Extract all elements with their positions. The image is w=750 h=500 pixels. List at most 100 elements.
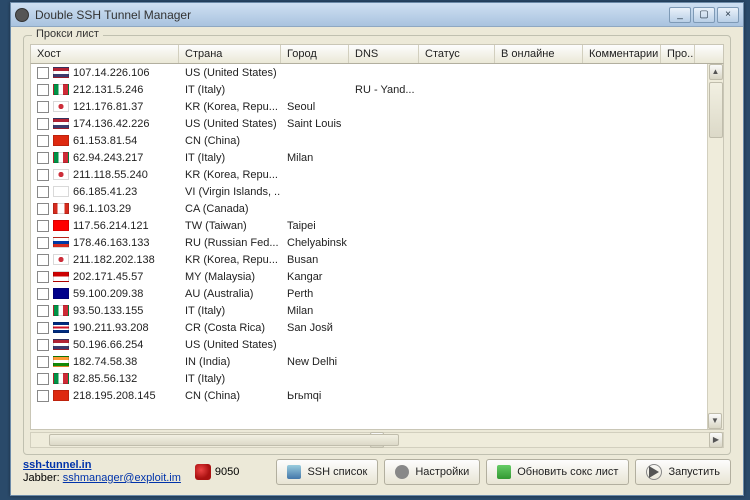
header-comment[interactable]: Комментарии — [583, 45, 661, 63]
country-cell: CN (China) — [179, 390, 281, 402]
row-checkbox[interactable] — [37, 288, 49, 300]
country-cell: CA (Canada) — [179, 203, 281, 215]
ip-address: 66.185.41.23 — [73, 186, 137, 198]
table-row[interactable]: 107.14.226.106US (United States) — [31, 64, 707, 81]
row-checkbox[interactable] — [37, 322, 49, 334]
table-row[interactable]: 211.118.55.240KR (Korea, Repu... — [31, 166, 707, 183]
header-country[interactable]: Страна — [179, 45, 281, 63]
header-host[interactable]: Хост — [31, 45, 179, 63]
flag-icon — [53, 373, 69, 384]
scroll-thumb[interactable] — [709, 82, 723, 138]
row-checkbox[interactable] — [37, 373, 49, 385]
scroll-right-icon[interactable]: ▶ — [709, 432, 723, 448]
run-label: Запустить — [668, 466, 720, 478]
row-checkbox[interactable] — [37, 254, 49, 266]
maximize-button[interactable]: ▢ — [693, 7, 715, 23]
row-checkbox[interactable] — [37, 118, 49, 130]
ip-address: 218.195.208.145 — [73, 390, 156, 402]
table-row[interactable]: 96.1.103.29 CA (Canada) — [31, 200, 707, 217]
city-cell: San Josй — [281, 322, 349, 334]
header-dns[interactable]: DNS — [349, 45, 419, 63]
settings-button[interactable]: Настройки — [384, 459, 480, 485]
close-button[interactable]: × — [717, 7, 739, 23]
scroll-down-icon[interactable]: ▼ — [708, 413, 722, 429]
dns-cell: RU - Yand... — [349, 84, 419, 96]
proxy-list-group: Прокси лист Хост Страна Город DNS Статус… — [23, 35, 731, 455]
row-checkbox[interactable] — [37, 186, 49, 198]
table-row[interactable]: 59.100.209.38AU (Australia)Perth — [31, 285, 707, 302]
city-cell: Busan — [281, 254, 349, 266]
table-row[interactable]: 174.136.42.226 US (United States)Saint Lo… — [31, 115, 707, 132]
row-checkbox[interactable] — [37, 67, 49, 79]
city-cell: New Delhi — [281, 356, 349, 368]
country-cell: US (United States) — [179, 118, 281, 130]
row-checkbox[interactable] — [37, 356, 49, 368]
country-cell: IT (Italy) — [179, 84, 281, 96]
table-row[interactable]: 211.182.202.138KR (Korea, Repu...Busan — [31, 251, 707, 268]
country-cell: AU (Australia) — [179, 288, 281, 300]
titlebar[interactable]: Double SSH Tunnel Manager _ ▢ × — [11, 3, 743, 27]
ssh-list-button[interactable]: SSH список — [276, 459, 378, 485]
flag-icon — [53, 118, 69, 129]
flag-icon — [53, 135, 69, 146]
refresh-socks-button[interactable]: Обновить сокс лист — [486, 459, 629, 485]
ip-address: 93.50.133.155 — [73, 305, 143, 317]
ip-address: 96.1.103.29 — [73, 203, 131, 215]
city-cell: Kangar — [281, 271, 349, 283]
country-cell: MY (Malaysia) — [179, 271, 281, 283]
table-row[interactable]: 190.211.93.208CR (Costa Rica)San Josй — [31, 319, 707, 336]
header-online[interactable]: В онлайне — [495, 45, 583, 63]
table-row[interactable]: 121.176.81.37KR (Korea, Repu...Seoul — [31, 98, 707, 115]
minimize-button[interactable]: _ — [669, 7, 691, 23]
country-cell: KR (Korea, Repu... — [179, 254, 281, 266]
row-checkbox[interactable] — [37, 135, 49, 147]
row-checkbox[interactable] — [37, 237, 49, 249]
row-checkbox[interactable] — [37, 271, 49, 283]
table-row[interactable]: 66.185.41.23VI (Virgin Islands, ... — [31, 183, 707, 200]
footer-links: ssh-tunnel.in Jabber: sshmanager@exploit… — [23, 459, 181, 485]
scroll-up-icon[interactable]: ▲ — [709, 64, 723, 80]
site-link[interactable]: ssh-tunnel.in — [23, 459, 181, 472]
row-checkbox[interactable] — [37, 169, 49, 181]
run-button[interactable]: Запустить — [635, 459, 731, 485]
refresh-icon — [497, 465, 511, 479]
settings-label: Настройки — [415, 466, 469, 478]
row-checkbox[interactable] — [37, 152, 49, 164]
row-checkbox[interactable] — [37, 339, 49, 351]
vertical-scrollbar[interactable]: ▲ ▼ — [707, 64, 723, 429]
row-checkbox[interactable] — [37, 84, 49, 96]
ip-address: 50.196.66.254 — [73, 339, 143, 351]
row-checkbox[interactable] — [37, 305, 49, 317]
table-row[interactable]: 82.85.56.132IT (Italy) — [31, 370, 707, 387]
horizontal-scrollbar[interactable]: ◀ ▶ — [30, 432, 724, 448]
city-cell: Saint Louis — [281, 118, 349, 130]
table-row[interactable]: 50.196.66.254US (United States) — [31, 336, 707, 353]
table-row[interactable]: 182.74.58.38IN (India)New Delhi — [31, 353, 707, 370]
city-cell: Taipei — [281, 220, 349, 232]
table-row[interactable]: 62.94.243.217IT (Italy)Milan — [31, 149, 707, 166]
refresh-label: Обновить сокс лист — [517, 466, 618, 478]
ip-address: 174.136.42.226 — [73, 118, 149, 130]
ip-address: 202.171.45.57 — [73, 271, 143, 283]
table-row[interactable]: 93.50.133.155IT (Italy)Milan — [31, 302, 707, 319]
flag-icon — [53, 254, 69, 265]
table-row[interactable]: 218.195.208.145CN (China)Ьrьmqi — [31, 387, 707, 404]
flag-icon — [53, 101, 69, 112]
header-city[interactable]: Город — [281, 45, 349, 63]
table-row[interactable]: 212.131.5.246IT (Italy)RU - Yand... — [31, 81, 707, 98]
flag-icon — [53, 305, 69, 316]
row-checkbox[interactable] — [37, 203, 49, 215]
table-row[interactable]: 61.153.81.54CN (China) — [31, 132, 707, 149]
table-row[interactable]: 202.171.45.57 MY (Malaysia)Kangar — [31, 268, 707, 285]
port-number: 9050 — [215, 466, 239, 478]
row-checkbox[interactable] — [37, 101, 49, 113]
jabber-link[interactable]: sshmanager@exploit.im — [63, 472, 181, 484]
flag-icon — [53, 339, 69, 350]
row-checkbox[interactable] — [37, 220, 49, 232]
header-pro[interactable]: Про... — [661, 45, 695, 63]
table-row[interactable]: 117.56.214.121TW (Taiwan)Taipei — [31, 217, 707, 234]
hscroll-thumb[interactable] — [49, 434, 399, 446]
row-checkbox[interactable] — [37, 390, 49, 402]
header-status[interactable]: Статус — [419, 45, 495, 63]
table-row[interactable]: 178.46.163.133RU (Russian Fed...Chelyabi… — [31, 234, 707, 251]
